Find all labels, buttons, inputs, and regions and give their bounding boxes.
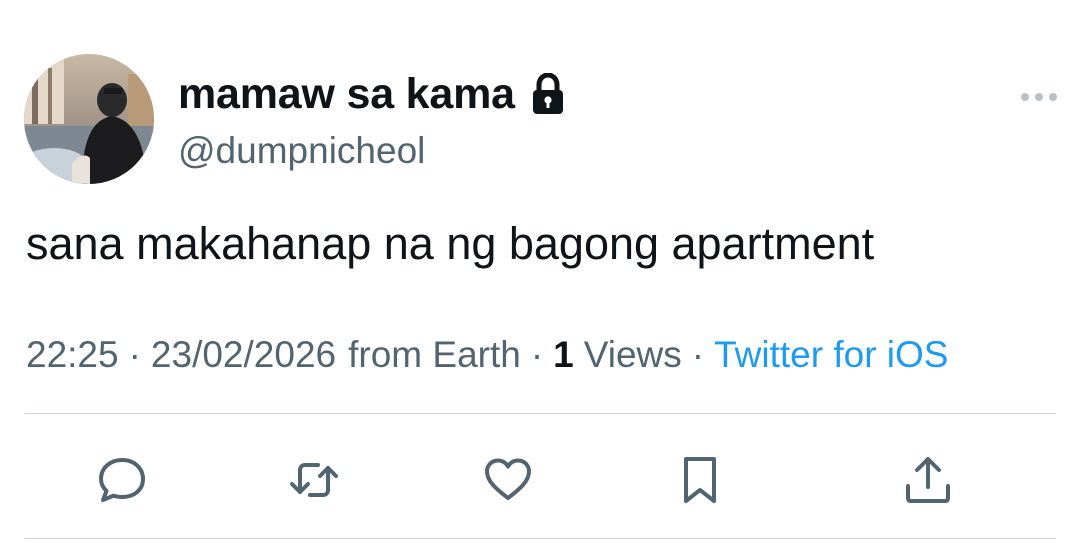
divider (24, 413, 1056, 414)
bookmark-button[interactable] (670, 450, 730, 510)
tweet-date[interactable]: 23/02/2026 (151, 334, 336, 376)
author-name-row[interactable]: mamaw sa kama (178, 68, 565, 120)
reply-button[interactable] (92, 450, 152, 510)
action-bar (0, 450, 1080, 510)
bookmark-icon (684, 457, 716, 503)
display-name[interactable]: mamaw sa kama (178, 70, 515, 119)
meta-separator: · (128, 334, 141, 375)
share-icon (906, 457, 950, 503)
retweet-icon (290, 463, 338, 497)
more-horizontal-icon[interactable] (1018, 86, 1060, 108)
views-label[interactable]: Views (584, 334, 682, 376)
like-button[interactable] (478, 450, 538, 510)
profile-photo (24, 54, 154, 184)
avatar[interactable] (24, 54, 154, 184)
retweet-button[interactable] (284, 450, 344, 510)
views-count[interactable]: 1 (553, 334, 574, 376)
author-handle[interactable]: @dumpnicheol (178, 130, 425, 172)
source-link[interactable]: Twitter for iOS (714, 334, 948, 376)
heart-icon (485, 458, 531, 500)
tweet-meta: 22:25 · 23/02/2026 from Earth · 1 Views … (26, 334, 948, 376)
lock-icon (531, 72, 565, 115)
meta-separator: · (530, 334, 544, 375)
divider (24, 538, 1056, 539)
tweet-time[interactable]: 22:25 (26, 334, 119, 376)
reply-icon (99, 458, 145, 502)
tweet-location: from Earth (348, 334, 521, 375)
meta-separator: · (691, 334, 705, 375)
share-button[interactable] (898, 450, 958, 510)
tweet-text: sana makahanap na ng bagong apartment (26, 218, 875, 269)
